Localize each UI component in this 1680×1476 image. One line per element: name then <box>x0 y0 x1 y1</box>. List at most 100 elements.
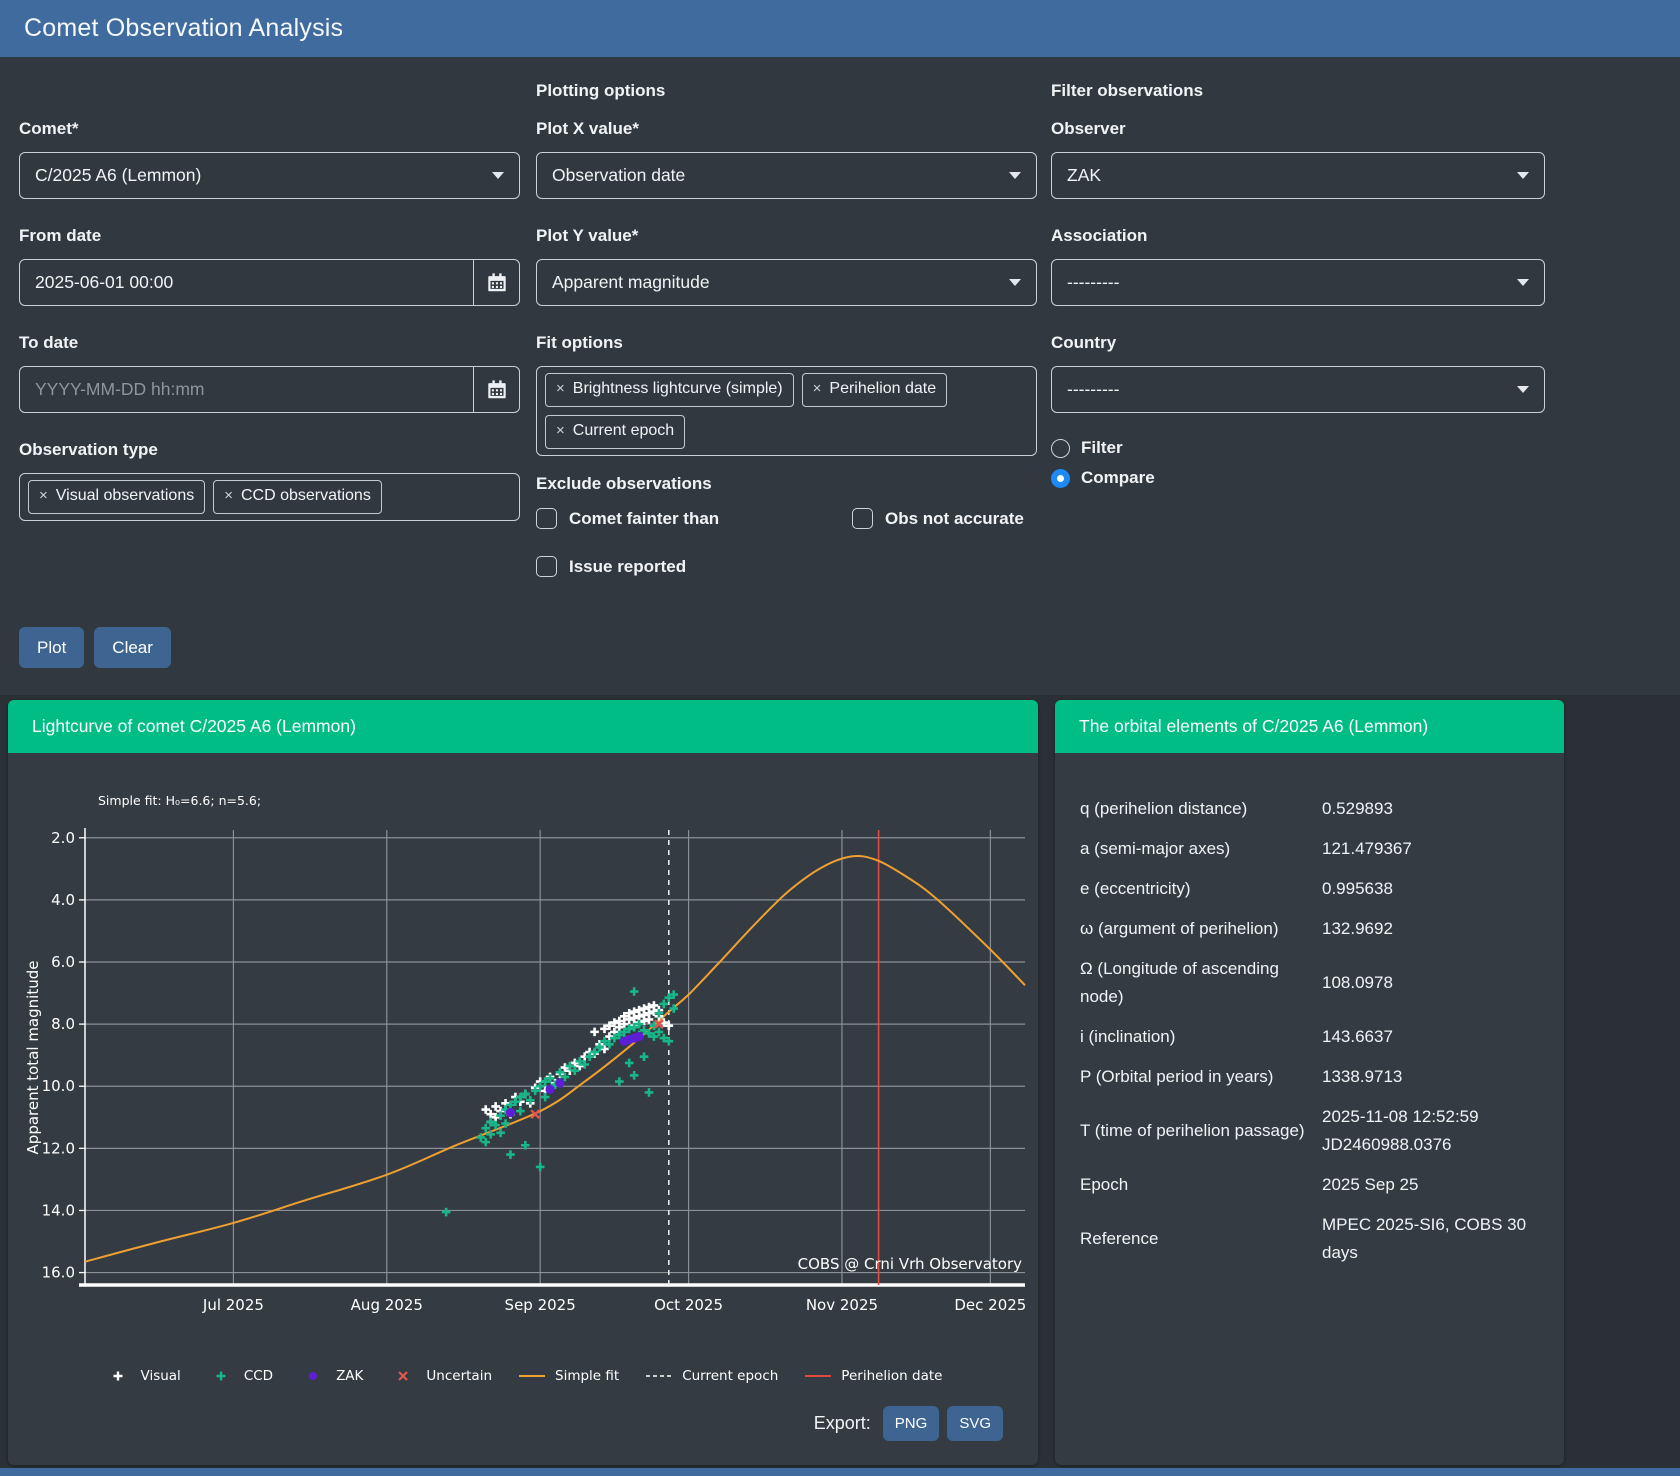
legend-item-current-epoch: Current epoch <box>645 1368 778 1384</box>
row-value: 0.995638 <box>1322 875 1544 903</box>
data-point <box>635 1032 644 1041</box>
row-value: 2025 Sep 25 <box>1322 1171 1544 1199</box>
orbital-panel-header: The orbital elements of C/2025 A6 (Lemmo… <box>1055 700 1564 753</box>
row-value: 121.479367 <box>1322 835 1544 863</box>
data-point <box>605 1032 614 1041</box>
export-label: Export: <box>814 1413 871 1434</box>
row-label: Reference <box>1080 1225 1322 1253</box>
data-point <box>630 1014 639 1023</box>
data-point <box>491 1102 500 1111</box>
plot-y-label: Plot Y value* <box>536 225 1037 246</box>
legend-marker-icon <box>389 1369 417 1383</box>
legend-marker-icon <box>104 1369 132 1383</box>
data-point <box>630 1071 639 1080</box>
calendar-button[interactable] <box>473 260 519 305</box>
data-point <box>645 1088 654 1097</box>
legend-marker-icon <box>299 1369 327 1383</box>
table-row: Ω (Longitude of ascending node)108.0978 <box>1080 949 1544 1017</box>
lightcurve-panel-title: Lightcurve of comet C/2025 A6 (Lemmon) <box>32 716 356 737</box>
legend-item-visual: Visual <box>104 1368 181 1384</box>
plot-button[interactable]: Plot <box>19 627 84 668</box>
observation-type-chip[interactable]: × CCD observations <box>213 480 382 514</box>
radio-filter[interactable] <box>1051 439 1070 458</box>
radio-compare[interactable] <box>1051 469 1070 488</box>
lightcurve-chart-area: Jul 2025Aug 2025Sep 2025Oct 2025Nov 2025… <box>8 753 1038 1465</box>
legend-item-simple-fit: Simple fit <box>518 1368 619 1384</box>
checkbox-comet-fainter-than[interactable] <box>536 508 557 529</box>
calendar-icon <box>486 272 508 294</box>
x-tick-label: Sep 2025 <box>505 1296 576 1314</box>
to-date-input[interactable] <box>20 367 473 412</box>
legend-label: Uncertain <box>426 1368 492 1384</box>
plot-y-select[interactable]: Apparent magnitude <box>536 259 1037 306</box>
row-label: i (inclination) <box>1080 1023 1322 1051</box>
legend-item-zak: ZAK <box>299 1368 363 1384</box>
next-section-header-edge <box>0 1468 1680 1476</box>
table-row: q (perihelion distance)0.529893 <box>1080 789 1544 829</box>
table-row: ReferenceMPEC 2025-SI6, COBS 30 days <box>1080 1205 1544 1273</box>
row-value: 132.9692 <box>1322 915 1544 943</box>
plot-y-select-value: Apparent magnitude <box>552 272 999 293</box>
y-tick-label: 12.0 <box>42 1139 75 1157</box>
data-point <box>442 1208 451 1217</box>
calendar-button[interactable] <box>473 367 519 412</box>
fit-option-chip[interactable]: ×Current epoch <box>545 415 685 449</box>
checkbox-obs-not-accurate[interactable] <box>852 508 873 529</box>
data-point <box>650 1007 659 1016</box>
data-point <box>590 1048 599 1057</box>
radio-label: Filter <box>1081 438 1123 458</box>
fit-option-chip[interactable]: ×Perihelion date <box>802 373 948 407</box>
to-date-field <box>19 366 520 413</box>
y-tick-label: 6.0 <box>51 953 75 971</box>
fit-option-chip[interactable]: ×Brightness lightcurve (simple) <box>545 373 794 407</box>
table-row: a (semi-major axes)121.479367 <box>1080 829 1544 869</box>
legend-item-uncertain: Uncertain <box>389 1368 492 1384</box>
from-date-input[interactable] <box>20 260 473 305</box>
plot-x-select[interactable]: Observation date <box>536 152 1037 199</box>
orbital-elements-table: q (perihelion distance)0.529893a (semi-m… <box>1055 789 1564 1273</box>
data-point <box>570 1066 579 1075</box>
observation-type-label: Observation type <box>19 439 520 460</box>
row-label: a (semi-major axes) <box>1080 835 1322 863</box>
x-tick-label: Oct 2025 <box>654 1296 723 1314</box>
row-value: 108.0978 <box>1322 969 1544 997</box>
data-point <box>655 1028 664 1037</box>
checkbox-issue-reported[interactable] <box>536 556 557 577</box>
chip-remove-icon[interactable]: × <box>39 485 48 507</box>
chevron-down-icon <box>1517 386 1529 393</box>
data-point <box>590 1028 599 1037</box>
app-header: Comet Observation Analysis <box>0 0 1680 57</box>
country-label: Country <box>1051 332 1545 353</box>
chip-remove-icon[interactable]: × <box>556 420 565 442</box>
x-tick-label: Aug 2025 <box>351 1296 423 1314</box>
observer-select[interactable]: ZAK <box>1051 152 1545 199</box>
table-row: e (eccentricity)0.995638 <box>1080 869 1544 909</box>
chip-remove-icon[interactable]: × <box>224 485 233 507</box>
country-select[interactable]: --------- <box>1051 366 1545 413</box>
chip-remove-icon[interactable]: × <box>813 378 822 400</box>
export-row: Export: PNG SVG <box>814 1406 1003 1441</box>
data-point <box>645 1015 654 1024</box>
export-svg-button[interactable]: SVG <box>947 1406 1003 1441</box>
observation-type-chip-label: CCD observations <box>241 485 371 507</box>
data-point <box>541 1093 550 1102</box>
data-point <box>630 987 639 996</box>
chip-remove-icon[interactable]: × <box>556 378 565 400</box>
data-point <box>625 1059 634 1068</box>
data-point <box>481 1105 490 1114</box>
observation-type-chipbox[interactable]: ×Visual observations×CCD observations <box>19 473 520 521</box>
calendar-icon <box>486 379 508 401</box>
comet-select[interactable]: C/2025 A6 (Lemmon) <box>19 152 520 199</box>
association-select[interactable]: --------- <box>1051 259 1545 306</box>
radio-label: Compare <box>1081 468 1155 488</box>
radio-item-compare: Compare <box>1051 467 1545 489</box>
from-date-field <box>19 259 520 306</box>
export-png-button[interactable]: PNG <box>883 1406 940 1441</box>
form-column-filter: Filter observations Observer ZAK Associa… <box>1051 57 1545 489</box>
y-axis-title: Apparent total magnitude <box>24 961 42 1155</box>
fit-options-chipbox[interactable]: ×Brightness lightcurve (simple)×Periheli… <box>536 366 1037 456</box>
lightcurve-chart: Jul 2025Aug 2025Sep 2025Oct 2025Nov 2025… <box>8 753 1038 1328</box>
observation-type-chip[interactable]: ×Visual observations <box>28 480 205 514</box>
clear-button[interactable]: Clear <box>94 627 171 668</box>
y-tick-label: 8.0 <box>51 1015 75 1033</box>
